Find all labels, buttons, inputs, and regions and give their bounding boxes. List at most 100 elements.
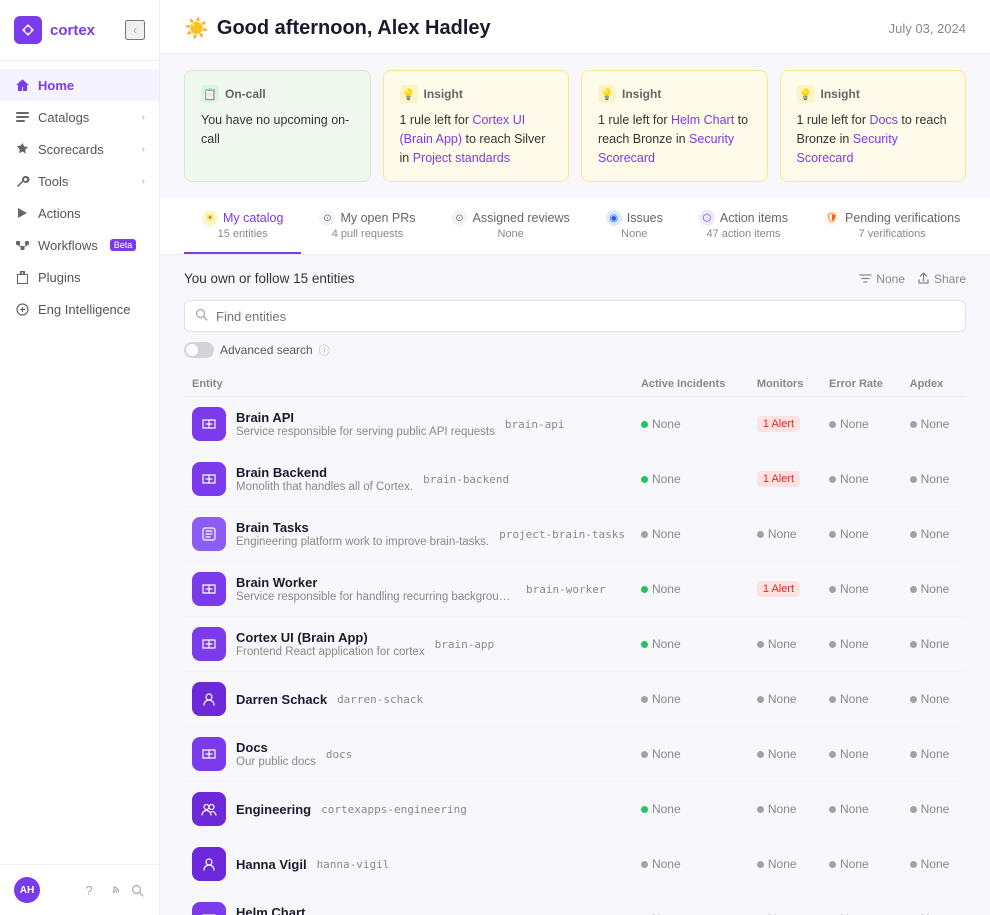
entity-name[interactable]: Helm Chart <box>236 905 465 915</box>
table-row[interactable]: Engineering cortexapps-engineering None … <box>184 782 966 837</box>
entity-cell: Engineering cortexapps-engineering <box>184 782 633 837</box>
incidents-value: None <box>652 747 681 761</box>
apdex-value: None <box>921 802 950 816</box>
filter-icon <box>859 272 872 285</box>
insight2-link1[interactable]: Helm Chart <box>671 113 734 127</box>
table-row[interactable]: Brain Worker Service responsible for han… <box>184 562 966 617</box>
incidents-cell: None <box>633 397 749 452</box>
apdex-cell: None <box>902 727 966 782</box>
insight2-header: 💡 Insight <box>598 85 751 103</box>
entity-section-title: You own or follow 15 entities <box>184 271 355 286</box>
search-input[interactable] <box>216 309 955 324</box>
tab-issues[interactable]: ◉ Issues None <box>588 198 681 254</box>
error-rate-cell: None <box>821 452 902 507</box>
entity-name[interactable]: Darren Schack <box>236 692 327 707</box>
sidebar-item-home[interactable]: Home <box>0 69 159 101</box>
entity-info: Brain Tasks Engineering platform work to… <box>236 520 489 548</box>
share-button[interactable]: Share <box>917 272 966 286</box>
advanced-search-toggle[interactable] <box>184 342 214 358</box>
table-row[interactable]: Brain Tasks Engineering platform work to… <box>184 507 966 562</box>
entity-name[interactable]: Brain Backend <box>236 465 413 480</box>
entity-desc: Engineering platform work to improve bra… <box>236 536 489 548</box>
entity-name[interactable]: Engineering <box>236 802 311 817</box>
apdex-value: None <box>921 582 950 596</box>
entity-tag: cortexapps-engineering <box>321 803 467 816</box>
entity-icon <box>192 462 226 496</box>
sidebar-bottom-icons: ? <box>81 882 145 898</box>
sidebar-item-workflows[interactable]: Workflows Beta <box>0 229 159 261</box>
entity-cell: Helm Chart The Helm Chart for he Cortex … <box>184 892 633 915</box>
advanced-search-help-icon[interactable]: ⓘ <box>319 342 330 358</box>
entity-name[interactable]: Docs <box>236 740 316 755</box>
entity-header: You own or follow 15 entities None Share <box>184 271 966 286</box>
broadcast-icon[interactable] <box>105 882 121 898</box>
share-icon <box>917 272 930 285</box>
entity-actions: None Share <box>859 272 966 286</box>
help-icon[interactable]: ? <box>81 882 97 898</box>
entity-name[interactable]: Hanna Vigil <box>236 857 307 872</box>
sidebar-item-actions[interactable]: Actions <box>0 197 159 229</box>
sidebar-item-eng-intelligence[interactable]: Eng Intelligence <box>0 293 159 325</box>
col-error-rate: Error Rate <box>821 372 902 397</box>
insight3-title: Insight <box>821 87 860 101</box>
table-row[interactable]: Helm Chart The Helm Chart for he Cortex … <box>184 892 966 915</box>
tab-my-open-prs[interactable]: ⊙ My open PRs 4 pull requests <box>301 198 433 254</box>
table-row[interactable]: Cortex UI (Brain App) Frontend React app… <box>184 617 966 672</box>
error-rate-cell: None <box>821 892 902 915</box>
status-dot <box>641 531 648 538</box>
error-rate-cell: None <box>821 727 902 782</box>
monitors-cell: None <box>749 727 821 782</box>
apdex-cell: None <box>902 782 966 837</box>
monitors-value: None <box>768 527 797 541</box>
sidebar-item-scorecards[interactable]: Scorecards › <box>0 133 159 165</box>
entity-tag: darren-schack <box>337 693 423 706</box>
table-row[interactable]: Docs Our public docs docs None None None… <box>184 727 966 782</box>
incidents-value: None <box>652 472 681 486</box>
apdex-value: None <box>921 747 950 761</box>
error-rate-value: None <box>840 637 869 651</box>
entity-icon <box>192 517 226 551</box>
table-row[interactable]: Hanna Vigil hanna-vigil None None None N… <box>184 837 966 892</box>
apdex-value: None <box>921 527 950 541</box>
table-row[interactable]: Darren Schack darren-schack None None No… <box>184 672 966 727</box>
insight3-link1[interactable]: Docs <box>869 113 897 127</box>
tab-assigned-reviews[interactable]: ⊙ Assigned reviews None <box>433 198 587 254</box>
search-icon[interactable] <box>129 882 145 898</box>
incidents-cell: None <box>633 617 749 672</box>
tab-pending-verifications-sub: 7 verifications <box>859 228 926 240</box>
insight1-link2[interactable]: Project standards <box>413 151 510 165</box>
table-row[interactable]: Brain Backend Monolith that handles all … <box>184 452 966 507</box>
entity-name[interactable]: Brain Worker <box>236 575 516 590</box>
entity-tag: docs <box>326 748 353 761</box>
sidebar-logo-text: cortex <box>50 22 95 39</box>
insight-card-2: 💡 Insight 1 rule left for Helm Chart to … <box>581 70 768 182</box>
entity-name[interactable]: Brain Tasks <box>236 520 489 535</box>
incidents-value: None <box>652 857 681 871</box>
sidebar-item-plugins[interactable]: Plugins <box>0 261 159 293</box>
entity-desc: Service responsible for handling recurri… <box>236 591 516 603</box>
tab-action-items[interactable]: ⬡ Action items 47 action items <box>681 198 806 254</box>
entity-name[interactable]: Brain API <box>236 410 495 425</box>
tab-pending-verifications[interactable]: 🛡 Pending verifications 7 verifications <box>806 198 978 254</box>
sidebar-item-catalogs-label: Catalogs <box>38 110 89 125</box>
entity-desc: Monolith that handles all of Cortex. <box>236 481 413 493</box>
table-row[interactable]: Brain API Service responsible for servin… <box>184 397 966 452</box>
sidebar-collapse-button[interactable]: ‹ <box>125 20 145 40</box>
insight2-title: Insight <box>622 87 661 101</box>
entity-table-head: Entity Active Incidents Monitors Error R… <box>184 372 966 397</box>
tab-my-open-prs-sub: 4 pull requests <box>332 228 404 240</box>
insight1-title: Insight <box>424 87 463 101</box>
tab-my-catalog[interactable]: ☀ My catalog 15 entities <box>184 198 301 254</box>
search-input-wrap <box>184 300 966 332</box>
intelligence-icon <box>14 301 30 317</box>
sidebar-item-catalogs[interactable]: Catalogs › <box>0 101 159 133</box>
incidents-value: None <box>652 692 681 706</box>
sidebar-item-tools[interactable]: Tools › <box>0 165 159 197</box>
sidebar-item-eng-intelligence-label: Eng Intelligence <box>38 302 131 317</box>
status-dot <box>829 751 836 758</box>
status-dot <box>641 861 648 868</box>
filter-button[interactable]: None <box>859 272 905 286</box>
entity-name[interactable]: Cortex UI (Brain App) <box>236 630 425 645</box>
avatar[interactable]: AH <box>14 877 40 903</box>
error-rate-value: None <box>840 582 869 596</box>
